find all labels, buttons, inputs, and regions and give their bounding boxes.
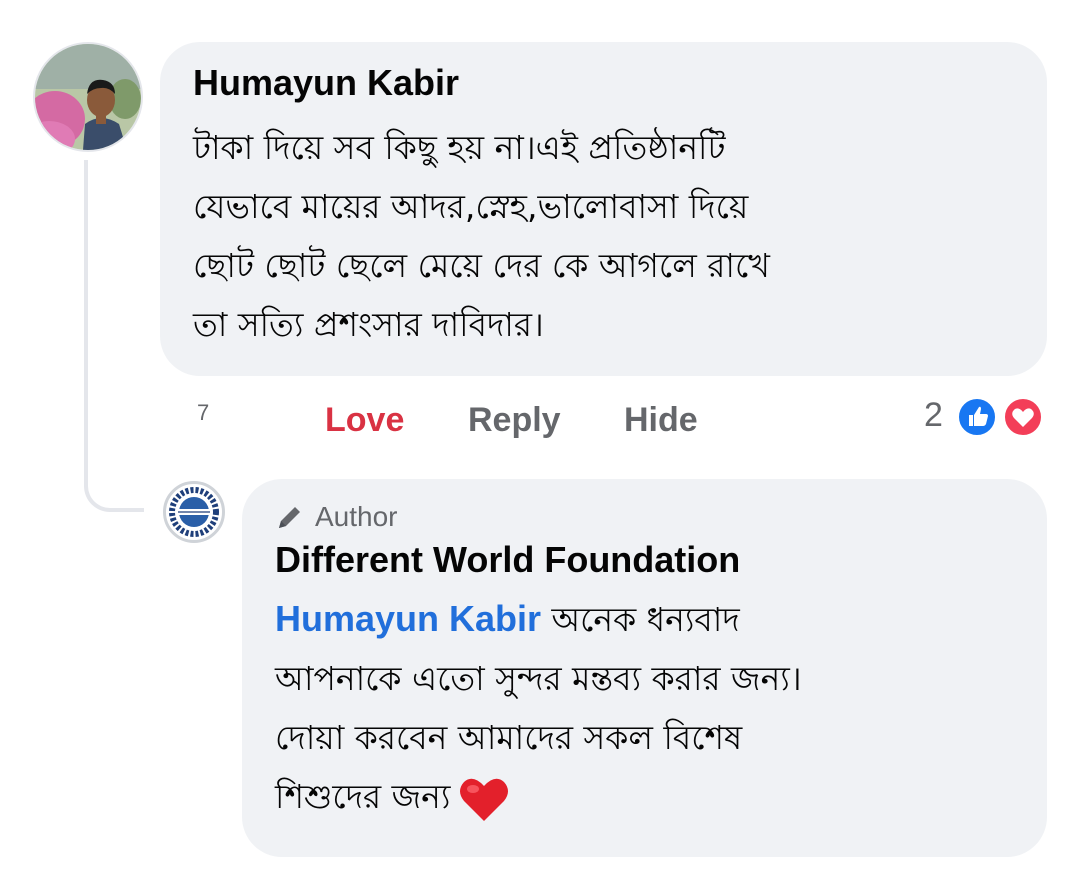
red-heart-emoji-icon <box>460 778 509 821</box>
reply-text: Humayun Kabir অনেক ধন্যবাদ আপনাকে এতো সু… <box>275 589 1015 826</box>
comment-text: টাকা দিয়ে সব কিছু হয় না।এই প্রতিষ্ঠানট… <box>193 128 770 344</box>
like-icon[interactable] <box>956 396 998 438</box>
avatar[interactable] <box>163 481 225 543</box>
reply-button[interactable]: Reply <box>468 398 561 442</box>
reaction-count[interactable]: 2 <box>924 396 943 435</box>
comment-bubble: Humayun Kabir টাকা দিয়ে সব কিছু হয় না।… <box>160 42 1047 376</box>
author-badge: Author <box>275 499 1015 535</box>
reply-author-name[interactable]: Different World Foundation <box>275 539 1015 581</box>
reply-line-1: Humayun Kabir অনেক ধন্যবাদ <box>275 589 1015 649</box>
reply-line-1-text: অনেক ধন্যবাদ <box>551 600 740 639</box>
reply-bubble: Author Different World Foundation Humayu… <box>242 479 1047 857</box>
love-icon[interactable] <box>1002 396 1044 438</box>
thumbs-up-icon <box>969 406 988 426</box>
hide-button[interactable]: Hide <box>624 398 698 442</box>
pencil-icon <box>279 507 300 528</box>
mention-link[interactable]: Humayun Kabir <box>275 598 541 639</box>
thread-connector-line <box>84 160 144 512</box>
love-button[interactable]: Love <box>325 398 404 442</box>
reply-line-4-text: শিশুদের জন্য <box>275 777 451 816</box>
heart-icon <box>1012 408 1034 427</box>
reply-line-2: আপনাকে এতো সুন্দর মন্তব্য করার জন্য। <box>275 659 802 698</box>
comment-author-name[interactable]: Humayun Kabir <box>193 62 1017 104</box>
reply-line-3: দোয়া করবেন আমাদের সকল বিশেষ <box>275 718 743 757</box>
reply-line-4: শিশুদের জন্য <box>275 767 1015 826</box>
foundation-logo-icon <box>168 486 220 538</box>
avatar[interactable] <box>33 42 143 152</box>
comment-timestamp[interactable]: 7 <box>197 400 209 426</box>
author-badge-label: Author <box>315 501 398 532</box>
profile-photo-icon <box>35 44 141 150</box>
